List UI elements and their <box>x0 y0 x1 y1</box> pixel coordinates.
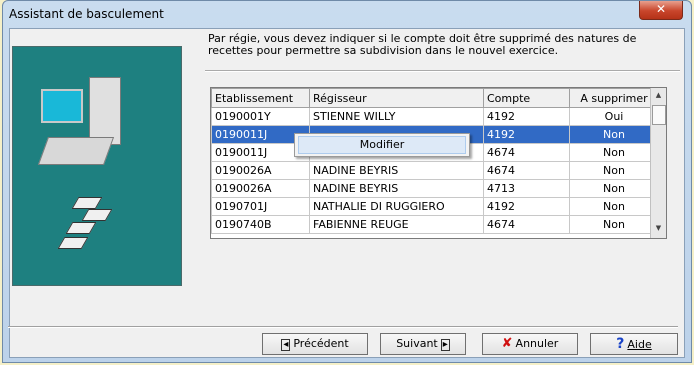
question-mark-icon: ? <box>616 336 625 352</box>
table-row[interactable]: 0190026A NADINE BEYRIS 4713 Non <box>211 179 659 198</box>
keyboard-icon <box>37 137 115 165</box>
floppy-disk-icon <box>81 209 113 221</box>
accounts-grid[interactable]: Etablissement Régisseur Compte A supprim… <box>210 87 667 239</box>
close-button[interactable]: ✕ <box>639 1 683 20</box>
column-header-a-supprimer[interactable]: A supprimer <box>569 88 659 108</box>
cell-a-supprimer[interactable]: Non <box>569 179 659 198</box>
cell-a-supprimer[interactable]: Non <box>569 125 659 144</box>
cell-etablissement: 0190740B <box>211 215 310 234</box>
cell-a-supprimer[interactable]: Non <box>569 161 659 180</box>
cell-etablissement: 0190026A <box>211 179 310 198</box>
table-row[interactable]: 0190701J NATHALIE DI RUGGIERO 4192 Non <box>211 197 659 216</box>
context-menu: Modifier <box>294 133 470 157</box>
vertical-scrollbar[interactable]: ▲ ▼ <box>650 88 666 238</box>
cell-regisseur: NATHALIE DI RUGGIERO <box>309 197 484 216</box>
floppy-disk-icon <box>57 237 89 249</box>
floppy-disk-icon <box>65 222 97 234</box>
cancel-button-label: Annuler <box>515 337 559 350</box>
previous-button[interactable]: ◂ Précédent <box>262 333 368 355</box>
cell-a-supprimer[interactable]: Non <box>569 197 659 216</box>
column-header-etablissement[interactable]: Etablissement <box>211 88 310 108</box>
cell-etablissement: 0190001Y <box>211 107 310 126</box>
help-button[interactable]: ? Aide <box>590 333 678 355</box>
context-menu-item-modifier[interactable]: Modifier <box>298 136 466 154</box>
cell-compte: 4713 <box>483 179 570 198</box>
scroll-up-icon[interactable]: ▲ <box>651 88 666 103</box>
cell-compte: 4192 <box>483 107 570 126</box>
next-button[interactable]: Suivant ▸ <box>380 333 466 355</box>
close-icon: ✕ <box>655 2 667 16</box>
cell-regisseur: FABIENNE REUGE <box>309 215 484 234</box>
arrow-right-icon: ▸ <box>440 339 450 351</box>
computer-tower-icon <box>89 77 121 145</box>
divider <box>205 70 680 72</box>
button-separator <box>8 326 678 328</box>
wizard-illustration <box>12 46 182 286</box>
table-row[interactable]: 0190001Y STIENNE WILLY 4192 Oui <box>211 107 659 126</box>
cell-compte: 4674 <box>483 161 570 180</box>
cell-regisseur: NADINE BEYRIS <box>309 179 484 198</box>
cell-compte: 4192 <box>483 125 570 144</box>
help-button-label: Aide <box>627 338 652 351</box>
cell-compte: 4192 <box>483 197 570 216</box>
table-row[interactable]: 0190026A NADINE BEYRIS 4674 Non <box>211 161 659 180</box>
window-title: Assistant de basculement <box>9 7 164 21</box>
next-button-label: Suivant <box>396 337 438 350</box>
cell-a-supprimer[interactable]: Non <box>569 215 659 234</box>
scroll-down-icon[interactable]: ▼ <box>651 221 666 236</box>
cell-a-supprimer[interactable]: Non <box>569 143 659 162</box>
cell-regisseur: STIENNE WILLY <box>309 107 484 126</box>
table-row[interactable]: 0190740B FABIENNE REUGE 4674 Non <box>211 215 659 234</box>
cancel-button[interactable]: ✘ Annuler <box>482 333 578 355</box>
cell-a-supprimer[interactable]: Oui <box>569 107 659 126</box>
scroll-thumb[interactable] <box>652 105 666 125</box>
grid-header-row: Etablissement Régisseur Compte A supprim… <box>211 88 659 108</box>
red-x-icon: ✘ <box>501 336 513 351</box>
cell-etablissement: 0190701J <box>211 197 310 216</box>
cell-compte: 4674 <box>483 143 570 162</box>
column-header-regisseur[interactable]: Régisseur <box>309 88 484 108</box>
previous-button-label: Précédent <box>293 337 349 350</box>
column-header-compte[interactable]: Compte <box>483 88 570 108</box>
cell-compte: 4674 <box>483 215 570 234</box>
title-bar[interactable]: Assistant de basculement ✕ <box>3 1 691 27</box>
floppy-disk-icon <box>71 197 103 209</box>
cell-regisseur: NADINE BEYRIS <box>309 161 484 180</box>
arrow-left-icon: ◂ <box>281 339 291 351</box>
cell-etablissement: 0190026A <box>211 161 310 180</box>
instructions-text: Par régie, vous devez indiquer si le com… <box>208 32 637 57</box>
computer-monitor-icon <box>35 83 91 131</box>
